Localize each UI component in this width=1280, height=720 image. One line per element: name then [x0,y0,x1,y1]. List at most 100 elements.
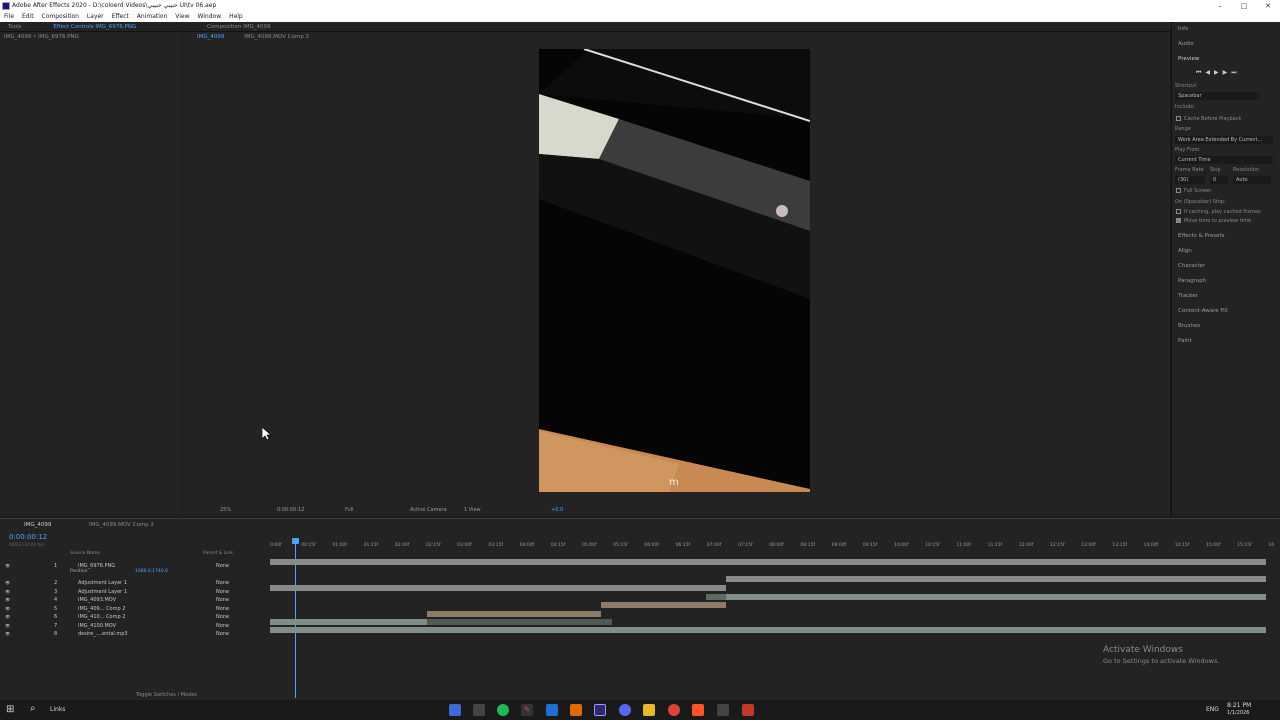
breadcrumb-comp-2[interactable]: IMG_4099.MOV Comp 2 [244,34,309,40]
windows-start-icon[interactable]: ⊞ [6,704,18,716]
cached-frames-checkbox[interactable] [1176,209,1181,214]
minimize-button[interactable]: – [1208,0,1232,12]
layer-bar[interactable] [601,602,726,608]
pen-app-icon[interactable]: ✎ [521,704,533,716]
parent-select[interactable]: None [216,588,229,596]
visibility-eye-icon[interactable]: 👁 [5,622,10,630]
layer-name[interactable]: IMG_4100.MOV [78,622,116,630]
illustrator-icon[interactable] [570,704,582,716]
menu-view[interactable]: View [175,13,189,20]
paint-tab[interactable]: Paint [1178,338,1192,344]
toggle-switches-modes[interactable]: Toggle Switches / Modes [136,692,197,698]
exposure-value[interactable]: +0.0 [551,505,563,515]
composition-viewer[interactable]: m [539,49,810,492]
maximize-button[interactable]: □ [1232,0,1256,12]
layer-bar[interactable] [427,619,612,625]
parent-select[interactable]: None [216,605,229,613]
parent-select[interactable]: None [216,630,229,638]
search-icon[interactable]: ⌕ [30,703,36,714]
tab-effect-controls[interactable]: Effect Controls IMG_6976.PNG [53,24,136,30]
resolution-select[interactable]: Full [345,505,354,515]
visibility-eye-icon[interactable]: 👁 [5,605,10,613]
layer-row[interactable]: 👁 2 Adjustment Layer 1 None [0,579,268,587]
layer-name[interactable]: IMG_4093.MOV [78,596,116,604]
app-icon[interactable] [742,704,754,716]
visibility-eye-icon[interactable]: 👁 [5,588,10,596]
zoom-select[interactable]: 25% [220,505,231,515]
layer-bar[interactable] [270,585,726,591]
davinci-icon[interactable] [717,704,729,716]
language-indicator[interactable]: ENG [1206,706,1219,713]
after-effects-taskbar-icon[interactable] [594,704,606,716]
layer-name[interactable]: Adjustment Layer 1 [78,579,127,587]
menu-layer[interactable]: Layer [87,13,104,20]
layer-row[interactable]: 👁 8 desire_....ental.mp3 None [0,630,268,638]
cache-checkbox[interactable] [1176,116,1181,121]
parent-select[interactable]: None [216,622,229,630]
layer-bar[interactable] [427,611,601,617]
views-select[interactable]: 1 View [464,505,481,515]
current-time-display[interactable]: 0:00:00:12 [9,533,47,541]
visibility-eye-icon[interactable]: 👁 [5,630,10,638]
align-tab[interactable]: Align [1178,248,1192,254]
spotify-icon[interactable] [497,704,509,716]
parent-select[interactable]: None [216,562,229,570]
layer-row[interactable]: 👁 6 IMG_410... Comp 2 None [0,613,268,621]
parent-select[interactable]: None [216,596,229,604]
layer-row[interactable]: 👁 1 IMG_6976.PNG None [0,562,268,570]
layer-name[interactable]: IMG_6976.PNG [78,562,115,570]
layer-row[interactable]: 👁 5 IMG_409... Comp 2 None [0,605,268,613]
layer-bar[interactable] [270,619,427,625]
vscode-icon[interactable] [546,704,558,716]
frame-rate-select[interactable]: (30) [1175,176,1205,184]
viewer-time[interactable]: 0:00:00:12 [277,505,304,515]
range-select[interactable]: Work Area Extended By Current... [1175,136,1273,144]
brushes-tab[interactable]: Brushes [1178,323,1200,329]
layer-bar[interactable] [726,594,1266,600]
playback-controls[interactable]: ⏮◀▶▶⏭ [1196,69,1241,77]
play-from-select[interactable]: Current Time [1175,156,1273,164]
menu-composition[interactable]: Composition [42,13,79,20]
visibility-eye-icon[interactable]: 👁 [5,596,10,604]
tracker-tab[interactable]: Tracker [1178,293,1198,299]
layer-name[interactable]: IMG_410... Comp 2 [78,613,125,621]
taskbar-search-label[interactable]: Links [50,706,65,713]
video-editor-icon[interactable] [473,704,485,716]
layer-row[interactable]: 👁 7 IMG_4100.MOV None [0,622,268,630]
tab-tools[interactable]: Tools [8,24,22,30]
preview-panel-tab[interactable]: Preview [1178,56,1199,62]
layer-row[interactable]: 👁 4 IMG_4093.MOV None [0,596,268,604]
character-tab[interactable]: Character [1178,263,1205,269]
clock-time[interactable]: 8:21 PM [1227,702,1251,709]
layer-row[interactable]: 👁 3 Adjustment Layer 1 None [0,588,268,596]
resolution-select[interactable]: Auto [1233,176,1271,184]
clock-date[interactable]: 1/1/2026 [1227,710,1249,716]
menu-edit[interactable]: Edit [22,13,34,20]
file-explorer-icon[interactable] [643,704,655,716]
timeline-tab-1[interactable]: IMG_4099 [24,522,51,528]
paragraph-tab[interactable]: Paragraph [1178,278,1206,284]
menu-animation[interactable]: Animation [137,13,168,20]
close-button[interactable]: ✕ [1256,0,1280,12]
layer-bar[interactable] [706,594,726,600]
layer-name[interactable]: desire_....ental.mp3 [78,630,128,638]
discord-icon[interactable] [619,704,631,716]
shortcut-select[interactable]: Spacebar [1175,92,1259,100]
move-time-checkbox[interactable] [1176,218,1181,223]
audio-layer-bar[interactable] [270,627,1266,633]
layer-bar[interactable] [726,576,1266,582]
chrome-icon[interactable] [668,704,680,716]
menu-help[interactable]: Help [229,13,243,20]
effects-presets-tab[interactable]: Effects & Presets [1178,233,1225,239]
menu-effect[interactable]: Effect [112,13,129,20]
copilot-icon[interactable] [449,704,461,716]
layer-name[interactable]: IMG_409... Comp 2 [78,605,125,613]
visibility-eye-icon[interactable]: 👁 [5,579,10,587]
parent-select[interactable]: None [216,613,229,621]
visibility-eye-icon[interactable]: 👁 [5,562,10,570]
playhead-handle[interactable] [292,538,299,544]
skip-input[interactable]: 0 [1210,176,1228,184]
breadcrumb-comp-1[interactable]: IMG_4099 [197,34,224,40]
tab-composition[interactable]: Composition IMG_4099 [207,24,270,30]
full-screen-checkbox[interactable] [1176,188,1181,193]
